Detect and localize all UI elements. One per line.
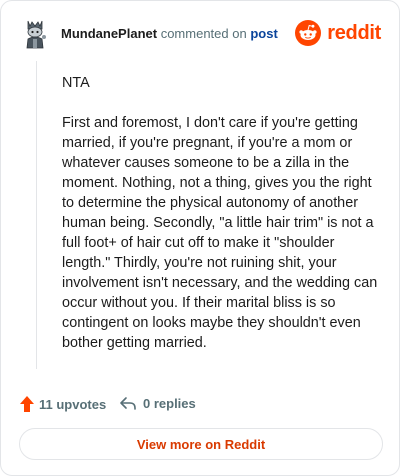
reddit-snoo-icon: [295, 20, 322, 46]
comment-body: NTA First and foremost, I don't care if …: [62, 73, 382, 373]
comment-header: MundanePlanet commented on post reddit: [19, 17, 381, 51]
view-more-button[interactable]: View more on Reddit: [19, 428, 383, 460]
reply-arrow-icon: [120, 397, 136, 410]
byline: MundanePlanet commented on post: [61, 26, 278, 42]
username-link[interactable]: MundanePlanet: [61, 26, 157, 41]
replies-button[interactable]: 0 replies: [119, 395, 196, 411]
upvote-arrow-icon: [20, 396, 34, 412]
upvote-count: 11 upvotes: [39, 396, 107, 412]
reddit-wordmark: reddit: [327, 21, 381, 44]
reddit-brand[interactable]: reddit: [295, 19, 381, 47]
comment-embed-card: MundanePlanet commented on post reddit N…: [0, 0, 400, 476]
post-link[interactable]: post: [250, 26, 277, 41]
comment-footer: 11 upvotes 0 replies: [19, 393, 319, 417]
thread-line: [36, 61, 37, 369]
comment-paragraph: First and foremost, I don't care if you'…: [62, 115, 378, 351]
avatar[interactable]: [19, 17, 51, 49]
upvote-button[interactable]: 11 upvotes: [19, 395, 106, 413]
byline-verb: commented on: [160, 26, 247, 41]
reply-count: 0 replies: [143, 395, 196, 411]
comment-paragraph: NTA: [62, 75, 90, 91]
